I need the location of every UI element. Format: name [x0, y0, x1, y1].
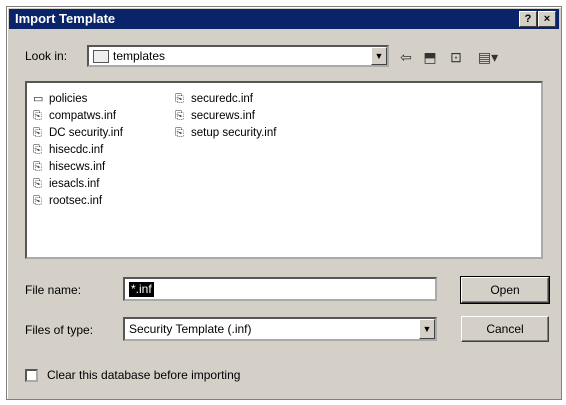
cancel-button[interactable]: Cancel	[461, 316, 549, 342]
files-of-type-select[interactable]: Security Template (.inf) ▼	[123, 317, 437, 341]
list-item[interactable]: ⎘ securews.inf	[175, 108, 276, 125]
files-of-type-value: Security Template (.inf)	[129, 322, 252, 336]
inf-file-icon: ⎘	[33, 161, 42, 173]
list-item[interactable]: ⎘ hisecdc.inf	[33, 142, 123, 159]
look-in-label: Look in:	[25, 49, 68, 63]
clear-database-label[interactable]: Clear this database before importing	[47, 368, 240, 382]
file-name-value: *.inf	[129, 282, 154, 297]
inf-file-icon: ⎘	[33, 110, 42, 122]
clear-database-checkbox[interactable]	[25, 369, 38, 382]
view-menu-icon[interactable]: ▤▾	[473, 47, 503, 67]
files-of-type-label: Files of type:	[25, 323, 94, 337]
list-item[interactable]: ⎘ hisecws.inf	[33, 159, 123, 176]
list-item[interactable]: ⎘ setup security.inf	[175, 125, 276, 142]
help-button[interactable]: ?	[519, 11, 537, 27]
close-button[interactable]: ×	[538, 11, 556, 27]
inf-file-icon: ⎘	[33, 127, 42, 139]
list-item[interactable]: ⎘ iesacls.inf	[33, 176, 123, 193]
inf-file-icon: ⎘	[175, 127, 184, 139]
file-list[interactable]: ▭ policies ⎘ compatws.inf ⎘ DC security.inf…	[25, 81, 543, 259]
window-title: Import Template	[15, 11, 116, 26]
file-name-label: File name:	[25, 283, 82, 297]
chevron-down-icon[interactable]: ▼	[371, 47, 387, 65]
up-folder-icon[interactable]: ⬒	[419, 47, 441, 67]
list-item[interactable]: ⎘ rootsec.inf	[33, 193, 123, 210]
list-item[interactable]: ▭ policies	[33, 91, 123, 108]
title-bar: Import Template ? ×	[9, 9, 559, 29]
list-item[interactable]: ⎘ compatws.inf	[33, 108, 123, 125]
list-item[interactable]: ⎘ securedc.inf	[175, 91, 276, 108]
import-template-dialog: Import Template ? × Look in: templates ▼…	[6, 6, 562, 400]
inf-file-icon: ⎘	[175, 110, 184, 122]
look-in-combo[interactable]: templates ▼	[87, 45, 389, 67]
open-button[interactable]: Open	[460, 276, 550, 304]
folder-icon	[93, 50, 109, 63]
back-icon[interactable]: ⇦	[395, 47, 417, 67]
inf-file-icon: ⎘	[33, 178, 42, 190]
list-item[interactable]: ⎘ DC security.inf	[33, 125, 123, 142]
chevron-down-icon[interactable]: ▼	[419, 319, 435, 339]
file-name-input[interactable]: *.inf	[123, 277, 437, 301]
look-in-value: templates	[113, 49, 166, 63]
folder-icon: ▭	[33, 93, 44, 105]
file-column-1: ▭ policies ⎘ compatws.inf ⎘ DC security.inf…	[33, 91, 123, 210]
new-folder-icon[interactable]: ⊡	[445, 47, 467, 67]
file-column-2: ⎘ securedc.inf ⎘ securews.inf ⎘ setup secur…	[175, 91, 276, 142]
inf-file-icon: ⎘	[175, 93, 184, 105]
inf-file-icon: ⎘	[33, 195, 42, 207]
inf-file-icon: ⎘	[33, 144, 42, 156]
